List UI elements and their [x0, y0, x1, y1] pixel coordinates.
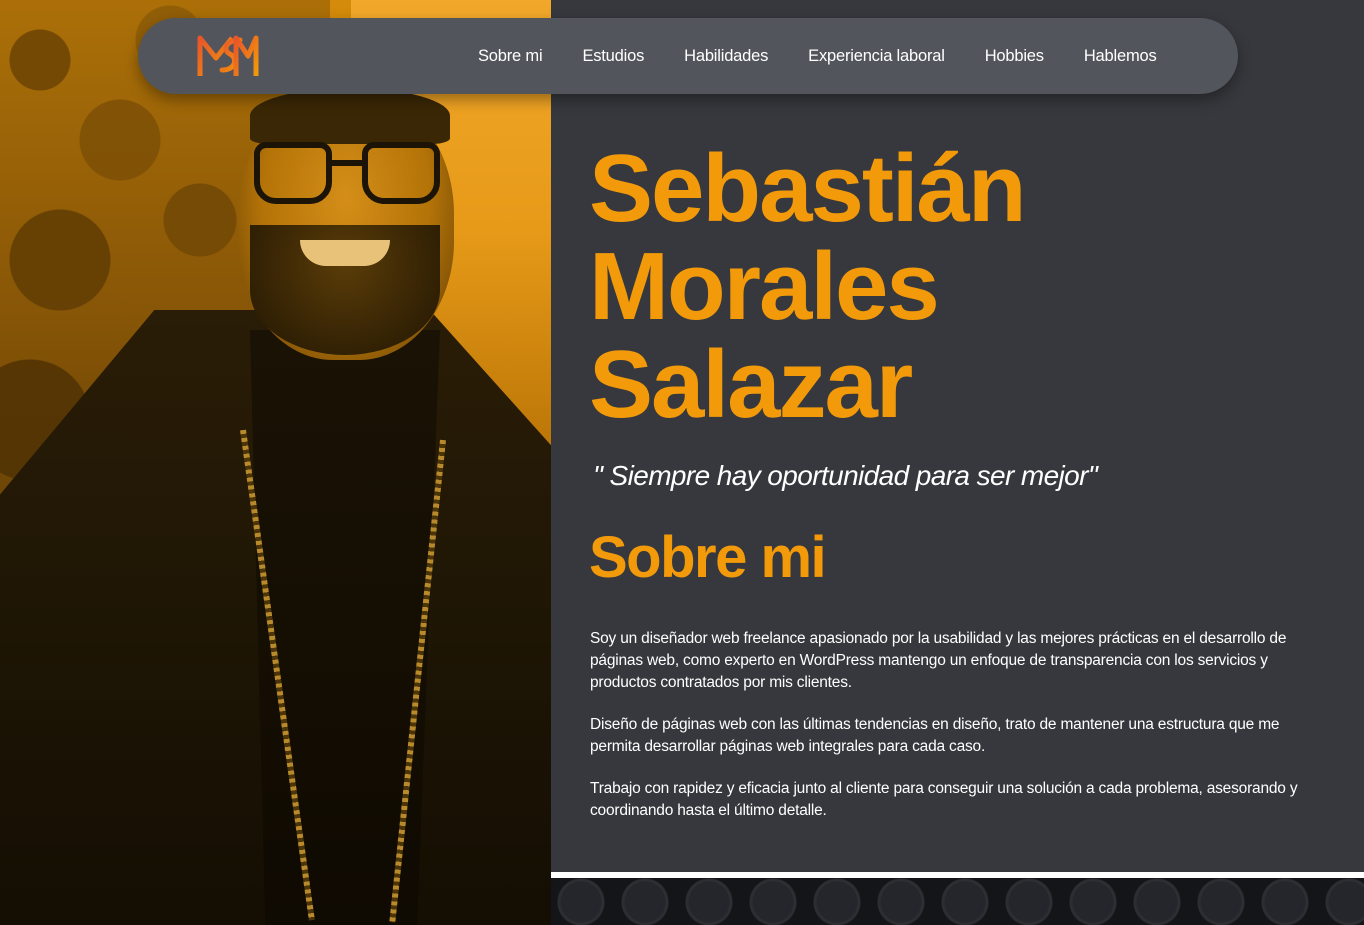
about-paragraph-2: Diseño de páginas web con las últimas te…	[590, 716, 1280, 755]
hero-name-line-3: Salazar	[589, 331, 913, 438]
navbar: Sobre mi Estudios Habilidades Experienci…	[138, 18, 1238, 94]
page: Sobre mi Estudios Habilidades Experienci…	[0, 0, 1364, 925]
nav-link-hablemos[interactable]: Hablemos	[1084, 47, 1157, 66]
hexagon-pattern-strip	[551, 878, 1364, 925]
hero-name-line-2: Morales	[589, 233, 940, 340]
photo-shirt	[250, 330, 440, 925]
hero-name: Sebastián Morales Salazar	[589, 135, 1027, 438]
photo-glasses-bridge	[330, 160, 364, 166]
about-text: Soy un diseñador web freelance apasionad…	[590, 628, 1320, 842]
hero-quote: " Siempre hay oportunidad para ser mejor…	[593, 460, 1098, 491]
photo-hair	[250, 88, 450, 144]
photo-glasses-left	[254, 142, 332, 204]
photo-glasses-right	[362, 142, 440, 204]
nav-link-estudios[interactable]: Estudios	[582, 47, 644, 66]
nav-links: Sobre mi Estudios Habilidades Experienci…	[478, 18, 1157, 94]
about-paragraph-1: Soy un diseñador web freelance apasionad…	[590, 630, 1287, 691]
about-paragraph-3: Trabajo con rapidez y eficacia junto al …	[590, 780, 1298, 819]
nav-link-hobbies[interactable]: Hobbies	[985, 47, 1044, 66]
photo-smile	[300, 240, 390, 266]
logo-svg	[197, 35, 259, 76]
hero-name-line-1: Sebastián	[589, 135, 1027, 242]
nav-link-experiencia-laboral[interactable]: Experiencia laboral	[808, 47, 945, 66]
profile-photo	[0, 0, 551, 925]
about-title: Sobre mi	[589, 525, 827, 590]
sm-monogram-logo-icon[interactable]	[196, 32, 260, 80]
nav-link-sobre-mi[interactable]: Sobre mi	[478, 47, 543, 66]
nav-link-habilidades[interactable]: Habilidades	[684, 47, 768, 66]
